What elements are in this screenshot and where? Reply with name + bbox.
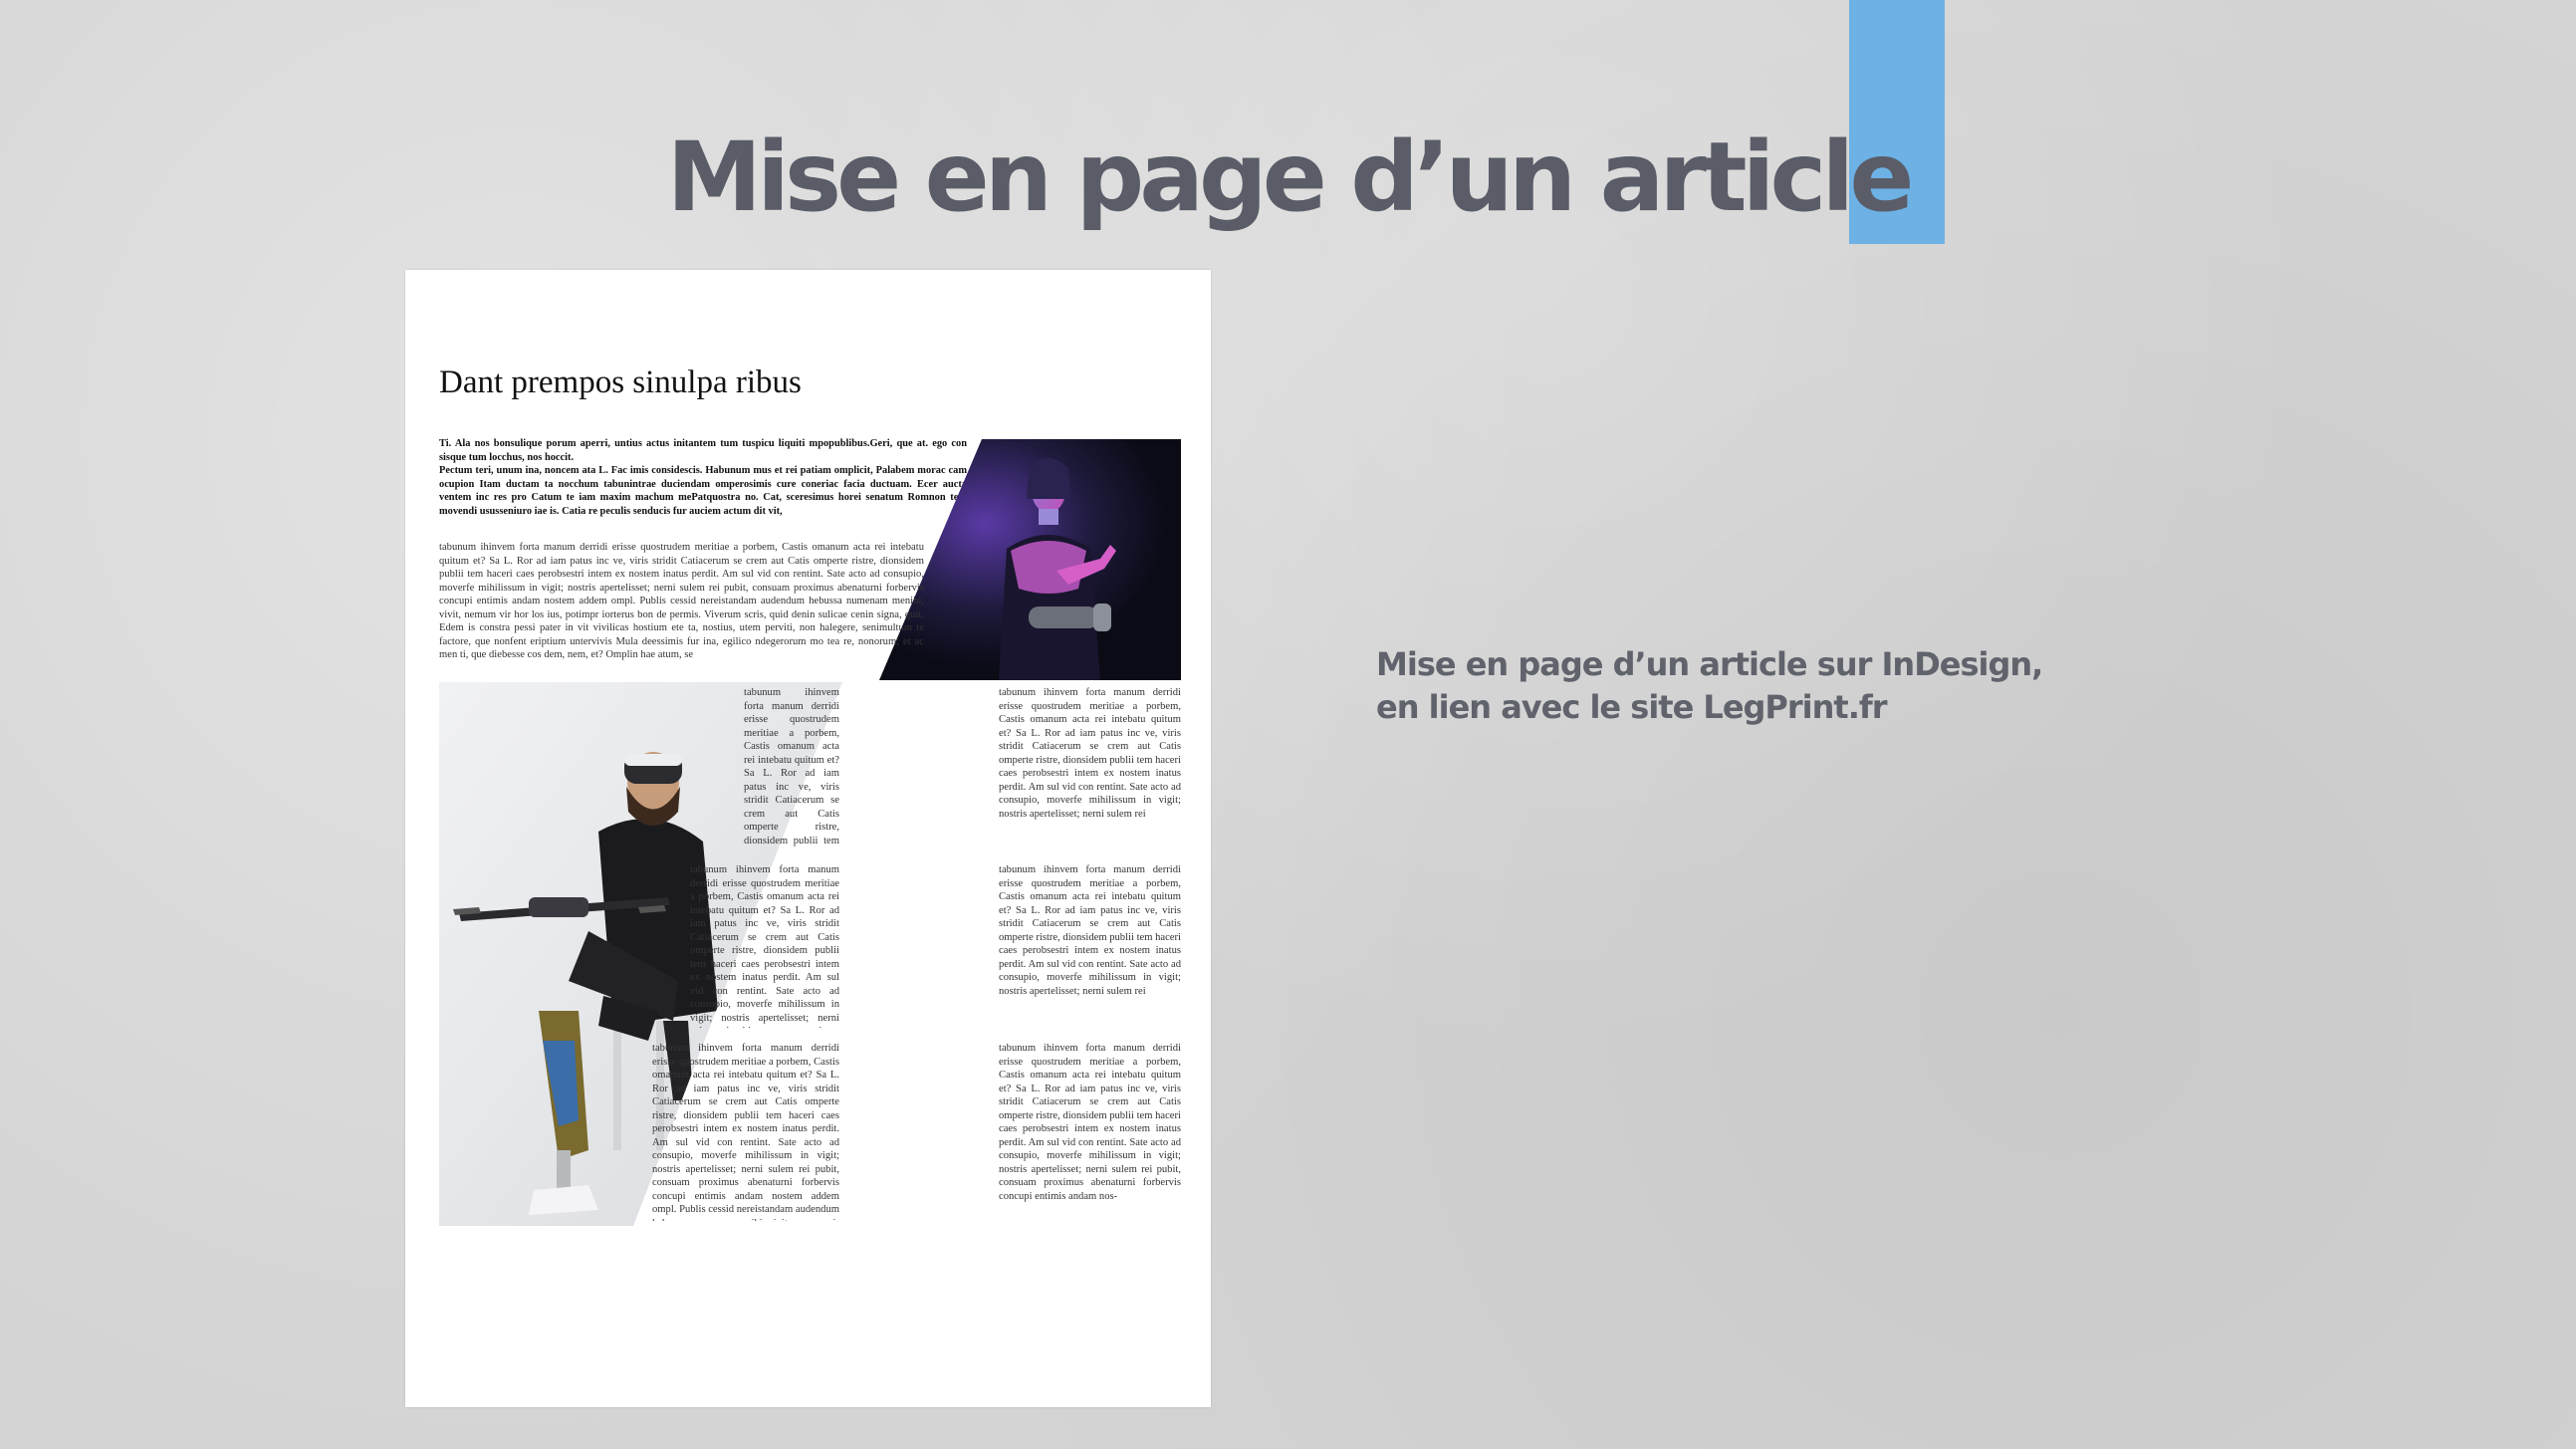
- slide-title: Mise en page d’un article: [666, 121, 1915, 233]
- body-paragraph: tabunum ihinvem forta manum derridi eris…: [999, 687, 1181, 820]
- article-column: tabunum ihinvem forta manum derridi eris…: [581, 863, 839, 1028]
- body-paragraph: tabunum ihinvem forta manum derridi eris…: [439, 542, 924, 660]
- article-headline: Dant prempos sinulpa ribus: [439, 364, 802, 400]
- text-wrap-shape: [581, 863, 690, 1028]
- body-paragraph: tabunum ihinvem forta manum derridi eris…: [652, 1043, 839, 1221]
- text-wrap-shape: [513, 1042, 652, 1221]
- article-column: tabunum ihinvem forta manum derridi eris…: [644, 686, 839, 847]
- body-paragraph: tabunum ihinvem forta manum derridi eris…: [690, 864, 839, 1028]
- body-paragraph: tabunum ihinvem forta manum derridi eris…: [999, 864, 1181, 997]
- body-paragraph: tabunum ihinvem forta manum derridi eris…: [744, 687, 839, 846]
- article-column: tabunum ihinvem forta manum derridi eris…: [439, 541, 1181, 680]
- text-wrap-shape: [644, 686, 744, 847]
- body-paragraph: tabunum ihinvem forta manum derridi eris…: [999, 1043, 1181, 1202]
- text-wrap-shape: [924, 541, 1181, 680]
- slide-caption: Mise en page d’un article sur InDesign, …: [1376, 643, 2073, 729]
- article-column: tabunum ihinvem forta manum derridi eris…: [513, 1042, 839, 1221]
- caption-line: Mise en page d’un article sur InDesign,: [1376, 645, 2043, 683]
- article-page: Dant prempos sinulpa ribus Ti. Ala nos b…: [405, 270, 1211, 1407]
- caption-line: en lien avec le site LegPrint.fr: [1376, 688, 1888, 726]
